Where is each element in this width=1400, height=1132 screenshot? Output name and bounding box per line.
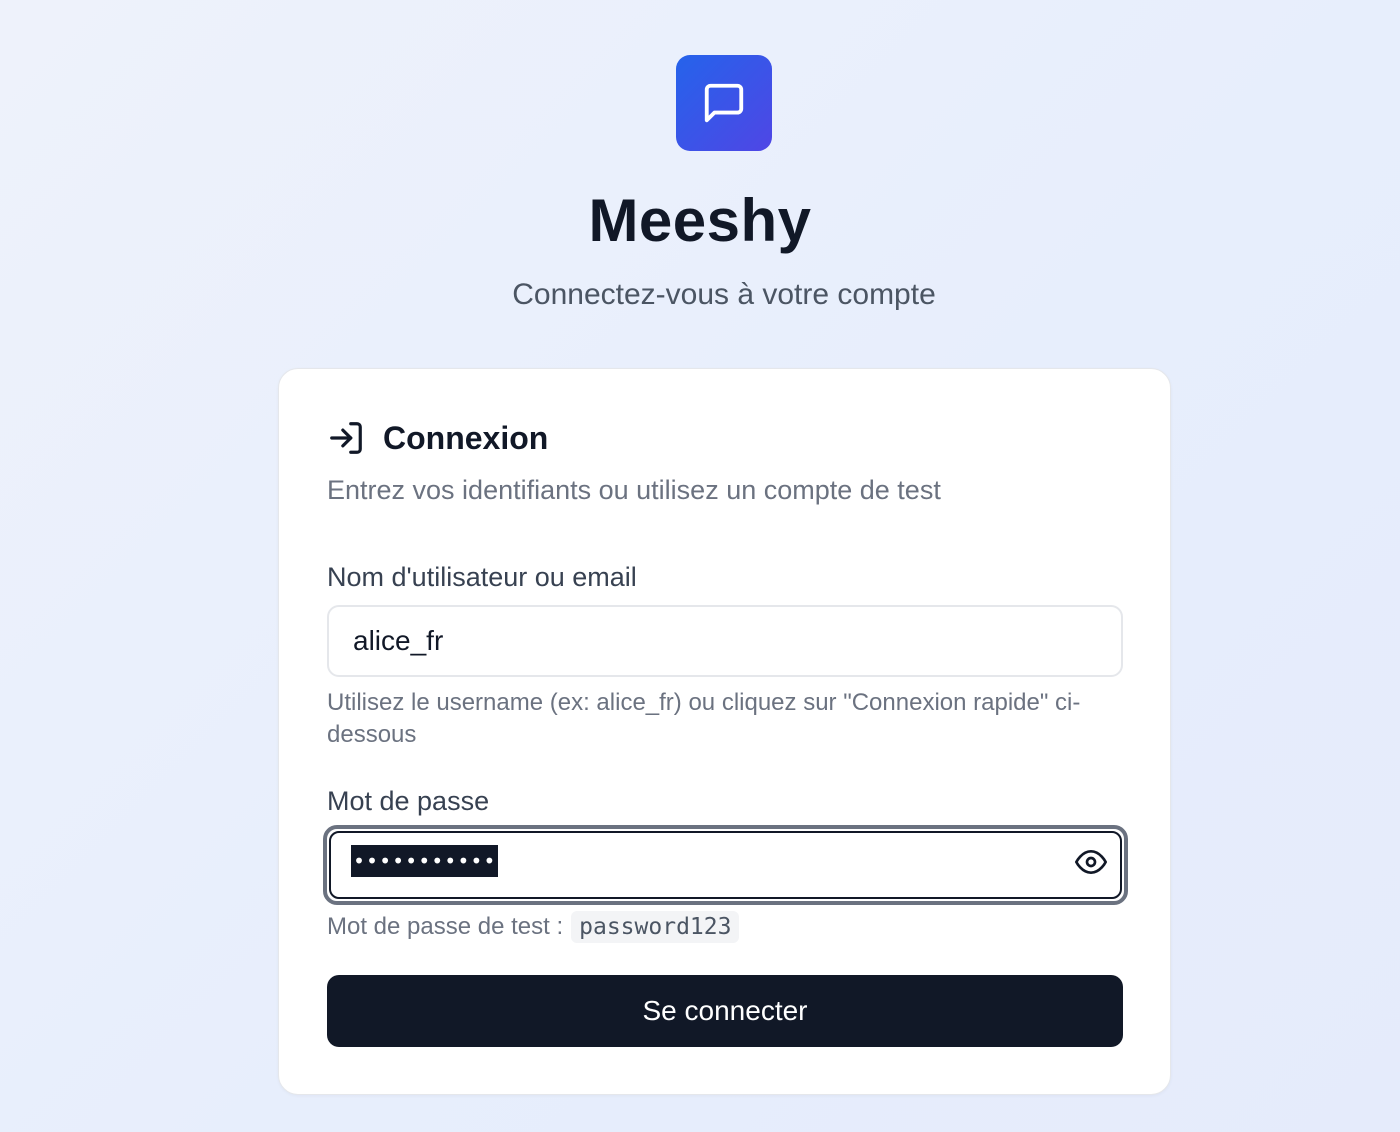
password-hint: Mot de passe de test : password123 xyxy=(327,911,1117,943)
login-card: Connexion Entrez vos identifiants ou uti… xyxy=(278,368,1171,1095)
username-label: Nom d'utilisateur ou email xyxy=(327,562,637,592)
log-in-icon xyxy=(327,419,365,457)
message-square-icon xyxy=(704,83,744,123)
card-title: Connexion xyxy=(383,419,549,456)
username-hint: Utilisez le username (ex: alice_fr) ou c… xyxy=(327,689,1081,748)
app-logo xyxy=(676,55,772,151)
card-description: Entrez vos identifiants ou utilisez un c… xyxy=(327,475,941,505)
username-input[interactable] xyxy=(327,605,1123,677)
password-hint-text: Mot de passe de test : xyxy=(327,913,564,940)
submit-button[interactable]: Se connecter xyxy=(327,975,1123,1047)
password-input[interactable]: ••••••••••• xyxy=(323,825,1128,905)
app-title: Meeshy xyxy=(588,187,812,254)
test-password-code: password123 xyxy=(571,911,740,943)
password-value: ••••••••••• xyxy=(351,845,499,877)
app-subtitle: Connectez-vous à votre compte xyxy=(512,278,936,311)
password-label: Mot de passe xyxy=(327,786,490,816)
card-header: Connexion xyxy=(327,419,548,457)
eye-icon[interactable] xyxy=(1074,845,1108,879)
